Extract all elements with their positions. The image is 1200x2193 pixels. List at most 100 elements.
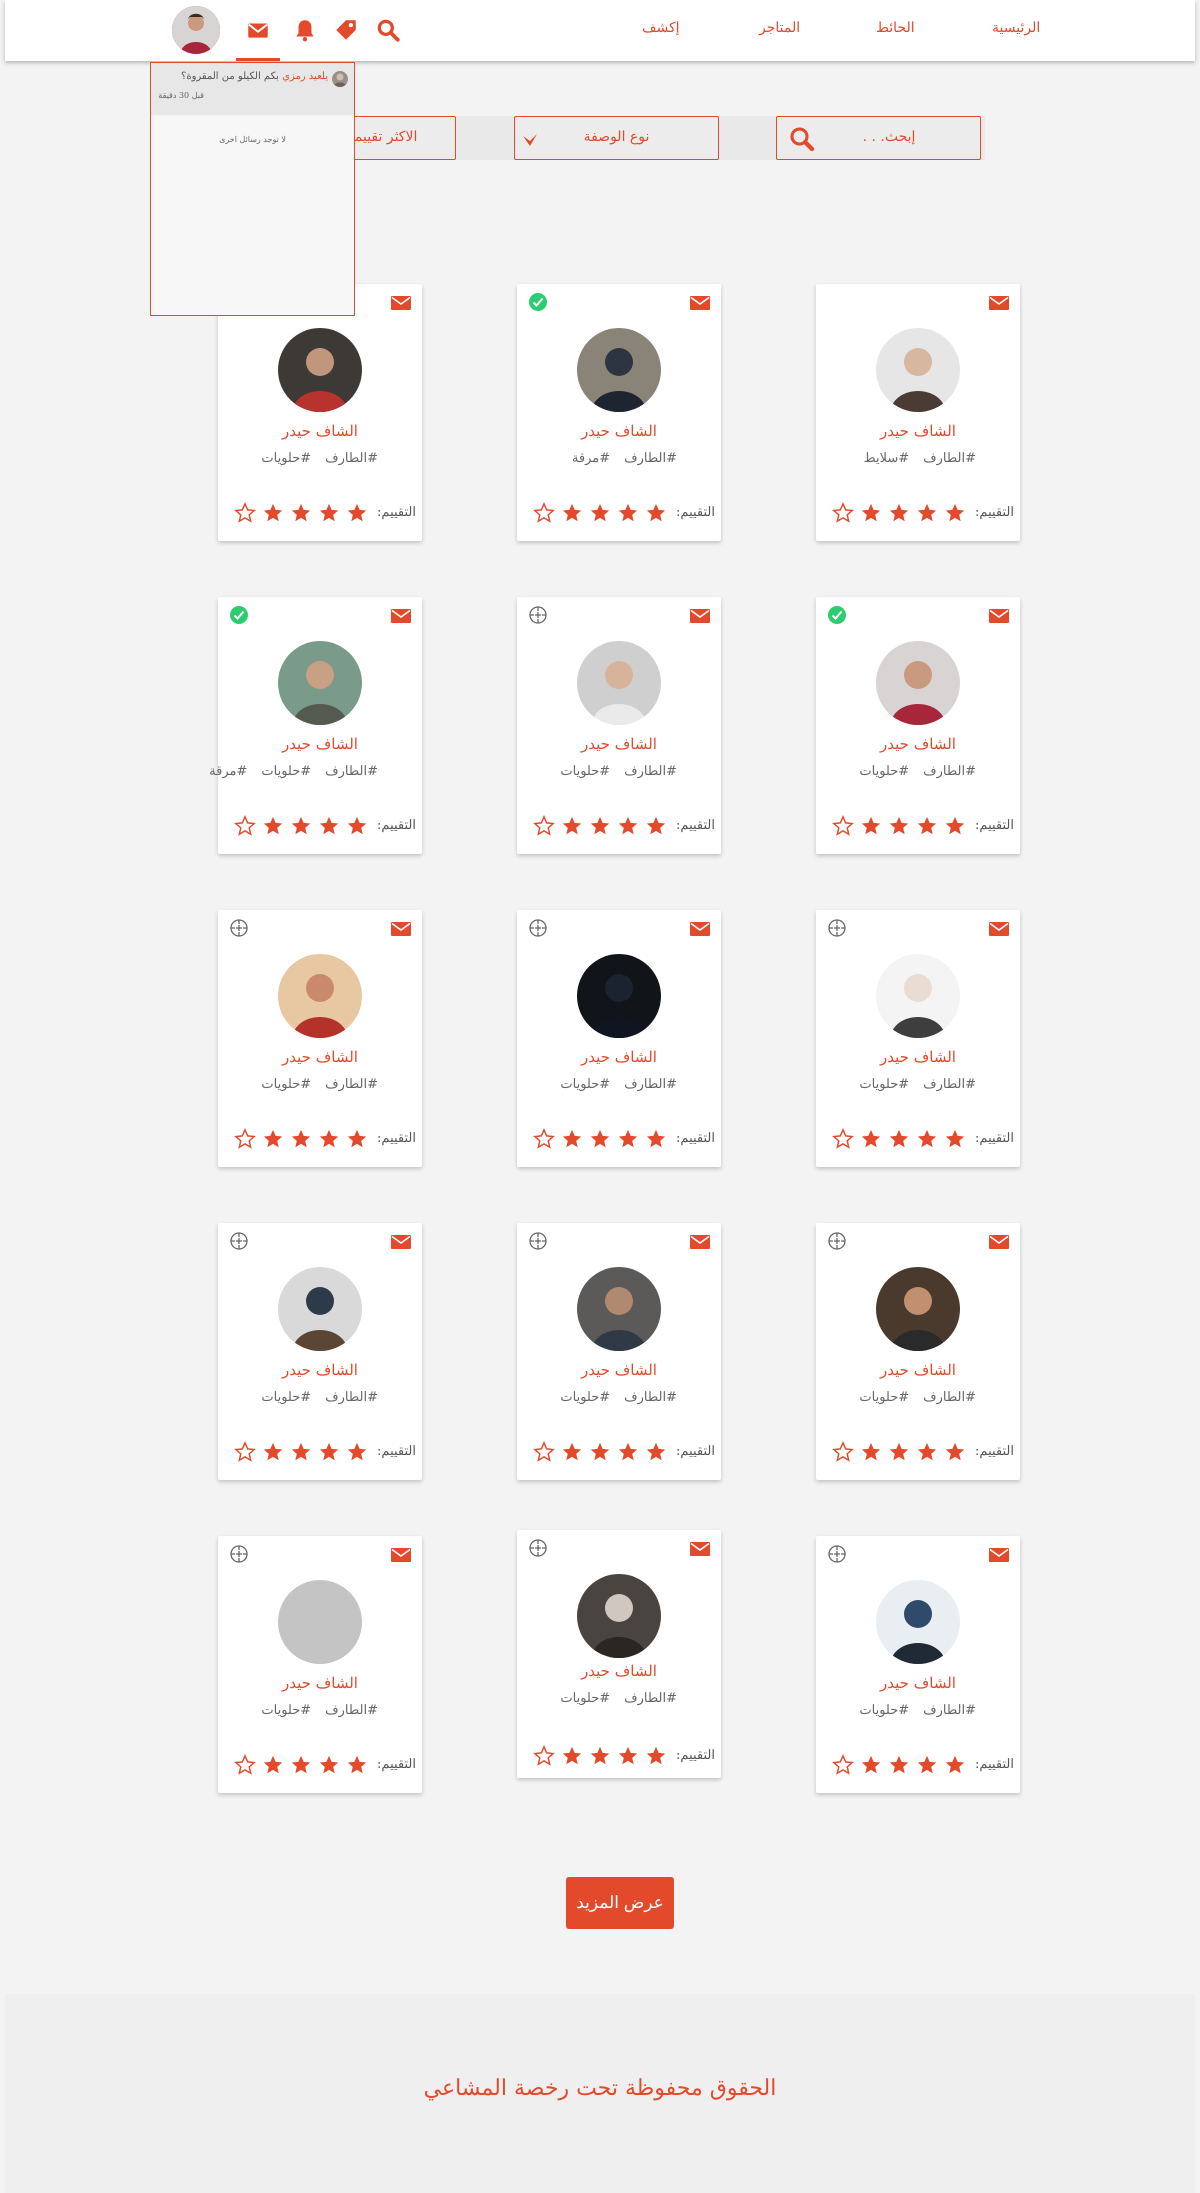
- star-filled-icon[interactable]: [916, 1441, 938, 1463]
- chef-card[interactable]: الشاف حيدر #الطارف #حلويات #مرقة التقييم:: [209, 597, 422, 854]
- add-icon[interactable]: [827, 1231, 847, 1251]
- star-filled-icon[interactable]: [944, 1128, 966, 1150]
- star-filled-icon[interactable]: [346, 1128, 368, 1150]
- star-filled-icon[interactable]: [346, 1754, 368, 1776]
- star-filled-icon[interactable]: [262, 1128, 284, 1150]
- add-icon[interactable]: [528, 918, 548, 938]
- star-filled-icon[interactable]: [888, 1128, 910, 1150]
- add-icon[interactable]: [528, 605, 548, 625]
- star-filled-icon[interactable]: [318, 815, 340, 837]
- star-filled-icon[interactable]: [860, 815, 882, 837]
- add-icon[interactable]: [827, 918, 847, 938]
- chef-name[interactable]: الشاف حيدر: [517, 735, 721, 753]
- mail-icon[interactable]: [245, 17, 271, 43]
- star-filled-icon[interactable]: [561, 502, 583, 524]
- chef-name[interactable]: الشاف حيدر: [517, 1048, 721, 1066]
- mail-icon[interactable]: [391, 922, 411, 936]
- message-item[interactable]: يلعيد رمزي بكم الكيلو من المقروة؟ قبل 30…: [151, 63, 354, 115]
- star-empty-icon[interactable]: [533, 1128, 555, 1150]
- tag[interactable]: #الطارف: [624, 1691, 677, 1706]
- nav-wall[interactable]: الحائط: [876, 20, 915, 36]
- star-filled-icon[interactable]: [561, 1745, 583, 1767]
- star-empty-icon[interactable]: [832, 815, 854, 837]
- star-filled-icon[interactable]: [916, 1128, 938, 1150]
- chef-name[interactable]: الشاف حيدر: [218, 1048, 422, 1066]
- star-filled-icon[interactable]: [290, 1441, 312, 1463]
- star-filled-icon[interactable]: [262, 502, 284, 524]
- nav-explore[interactable]: إكشف: [642, 20, 680, 36]
- star-filled-icon[interactable]: [290, 1128, 312, 1150]
- chef-photo[interactable]: [278, 1580, 362, 1664]
- mail-icon[interactable]: [690, 609, 710, 623]
- star-filled-icon[interactable]: [318, 502, 340, 524]
- tag[interactable]: #الطارف: [624, 764, 677, 779]
- rating-stars[interactable]: [226, 1754, 368, 1776]
- rating-stars[interactable]: [226, 502, 368, 524]
- star-filled-icon[interactable]: [290, 1754, 312, 1776]
- chef-card[interactable]: الشاف حيدر #الطارف #حلويات التقييم:: [218, 1536, 422, 1793]
- nav-stores[interactable]: المتاجر: [759, 20, 800, 36]
- star-filled-icon[interactable]: [318, 1754, 340, 1776]
- star-empty-icon[interactable]: [234, 815, 256, 837]
- tag[interactable]: #حلويات: [261, 1077, 311, 1092]
- tag[interactable]: #الطارف: [325, 1703, 378, 1718]
- tag[interactable]: #حلويات: [261, 451, 311, 466]
- recipe-type-select[interactable]: نوع الوصفة: [514, 116, 719, 160]
- add-icon[interactable]: [229, 1231, 249, 1251]
- star-filled-icon[interactable]: [888, 815, 910, 837]
- star-filled-icon[interactable]: [589, 1441, 611, 1463]
- star-filled-icon[interactable]: [589, 502, 611, 524]
- star-empty-icon[interactable]: [234, 1441, 256, 1463]
- star-filled-icon[interactable]: [617, 1128, 639, 1150]
- mail-icon[interactable]: [391, 296, 411, 310]
- star-empty-icon[interactable]: [832, 502, 854, 524]
- chef-card[interactable]: الشاف حيدر #الطارف #حلويات التقييم:: [816, 597, 1020, 854]
- star-empty-icon[interactable]: [234, 1754, 256, 1776]
- star-empty-icon[interactable]: [832, 1754, 854, 1776]
- load-more-button[interactable]: عرض المزيد: [566, 1877, 674, 1929]
- tag[interactable]: #الطارف: [923, 1077, 976, 1092]
- chef-card[interactable]: الشاف حيدر #الطارف #حلويات التقييم:: [816, 1536, 1020, 1793]
- mail-icon[interactable]: [391, 1548, 411, 1562]
- rating-stars[interactable]: [824, 815, 966, 837]
- star-empty-icon[interactable]: [533, 815, 555, 837]
- rating-stars[interactable]: [824, 502, 966, 524]
- star-filled-icon[interactable]: [290, 815, 312, 837]
- star-filled-icon[interactable]: [916, 1754, 938, 1776]
- chef-card[interactable]: الشاف حيدر #الطارف #حلويات التقييم:: [517, 1530, 721, 1778]
- tag[interactable]: #الطارف: [325, 764, 378, 779]
- star-filled-icon[interactable]: [860, 1754, 882, 1776]
- chef-name[interactable]: الشاف حيدر: [816, 1674, 1020, 1692]
- chef-name[interactable]: الشاف حيدر: [517, 1662, 721, 1680]
- tag-icon[interactable]: [333, 17, 359, 43]
- star-filled-icon[interactable]: [645, 815, 667, 837]
- chef-name[interactable]: الشاف حيدر: [517, 422, 721, 440]
- rating-stars[interactable]: [824, 1441, 966, 1463]
- rating-stars[interactable]: [525, 1441, 667, 1463]
- tag[interactable]: #الطارف: [325, 451, 378, 466]
- star-filled-icon[interactable]: [888, 502, 910, 524]
- tag[interactable]: #مرقة: [209, 764, 247, 779]
- chef-name[interactable]: الشاف حيدر: [218, 1361, 422, 1379]
- chef-card[interactable]: الشاف حيدر #الطارف #حلويات التقييم:: [218, 1223, 422, 1480]
- chef-card[interactable]: الشاف حيدر #الطارف #مرقة التقييم:: [517, 284, 721, 541]
- star-filled-icon[interactable]: [617, 815, 639, 837]
- star-filled-icon[interactable]: [589, 815, 611, 837]
- rating-stars[interactable]: [525, 502, 667, 524]
- star-filled-icon[interactable]: [944, 1441, 966, 1463]
- chef-name[interactable]: الشاف حيدر: [218, 1674, 422, 1692]
- chef-card[interactable]: الشاف حيدر #الطارف #حلويات التقييم:: [816, 1223, 1020, 1480]
- chef-photo[interactable]: [278, 328, 362, 412]
- tag[interactable]: #الطارف: [624, 1077, 677, 1092]
- chef-photo[interactable]: [876, 328, 960, 412]
- star-filled-icon[interactable]: [916, 815, 938, 837]
- star-filled-icon[interactable]: [262, 1441, 284, 1463]
- star-filled-icon[interactable]: [645, 1745, 667, 1767]
- rating-stars[interactable]: [525, 1128, 667, 1150]
- tag[interactable]: #الطارف: [923, 1390, 976, 1405]
- mail-icon[interactable]: [690, 1235, 710, 1249]
- star-filled-icon[interactable]: [944, 502, 966, 524]
- chef-photo[interactable]: [577, 954, 661, 1038]
- tag[interactable]: #حلويات: [859, 1390, 909, 1405]
- chef-photo[interactable]: [278, 954, 362, 1038]
